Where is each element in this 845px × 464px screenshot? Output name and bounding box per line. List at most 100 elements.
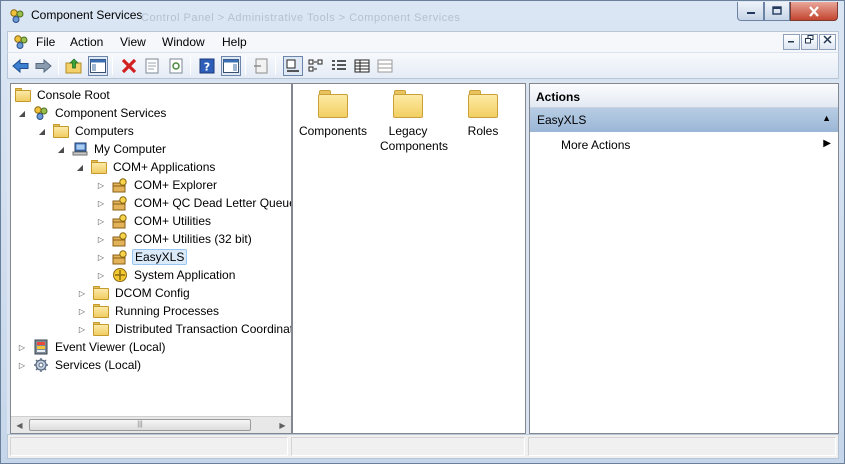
tree-horizontal-scrollbar[interactable]: ◀ ||| ▶ — [11, 416, 291, 433]
client-area: Console Root ◢ Component Services ◢ Comp… — [7, 81, 839, 434]
tree-item-distributed-transaction-coordinator[interactable]: ▷ Distributed Transaction Coordinator — [77, 320, 291, 338]
scroll-right-button[interactable]: ▶ — [274, 417, 291, 433]
tree-item-event-viewer[interactable]: ▷ Event Viewer (Local) — [17, 338, 168, 356]
minimize-button[interactable] — [737, 2, 764, 21]
child-restore-button[interactable] — [801, 34, 818, 50]
tree-item-label: Component Services — [55, 106, 167, 120]
restore-icon — [805, 35, 814, 44]
close-icon — [809, 5, 819, 17]
collapsed-arrow-icon[interactable]: ▷ — [96, 270, 106, 280]
tree-item-running-processes[interactable]: ▷ Running Processes — [77, 302, 221, 320]
content-item-roles[interactable]: Roles — [443, 90, 523, 139]
svg-text:?: ? — [204, 61, 210, 74]
tree-item-system-application[interactable]: ▷ System Application — [96, 266, 237, 284]
services-icon — [34, 358, 48, 372]
filter-view-button[interactable] — [375, 56, 395, 76]
forward-button[interactable] — [33, 56, 53, 76]
menu-help[interactable]: Help — [222, 35, 247, 49]
tree-item-console-root[interactable]: Console Root — [15, 86, 112, 104]
collapsed-arrow-icon[interactable]: ▷ — [77, 288, 87, 298]
list-view-button[interactable] — [329, 56, 349, 76]
content-item-legacy-components[interactable]: Legacy Components — [368, 90, 448, 154]
expanded-arrow-icon[interactable]: ◢ — [75, 162, 85, 172]
export-list-button[interactable] — [251, 56, 271, 76]
tree-item-com-explorer[interactable]: ▷ COM+ Explorer — [96, 176, 219, 194]
tree-item-component-services[interactable]: ◢ Component Services — [17, 104, 168, 122]
tree-item-label: COM+ Explorer — [134, 178, 218, 192]
tree-item-com-applications[interactable]: ◢ COM+ Applications — [75, 158, 217, 176]
content-item-label: Roles — [467, 124, 499, 138]
properties-button[interactable] — [142, 56, 162, 76]
detail-view-button[interactable] — [352, 56, 372, 76]
close-button[interactable] — [790, 2, 838, 21]
collapsed-arrow-icon[interactable]: ▷ — [17, 342, 27, 352]
window-title: Component Services — [31, 8, 143, 22]
up-one-level-button[interactable] — [64, 56, 84, 76]
tree-item-dcom-config[interactable]: ▷ DCOM Config — [77, 284, 192, 302]
details-icon — [354, 59, 370, 73]
collapsed-arrow-icon[interactable]: ▷ — [96, 216, 106, 226]
status-bar — [7, 434, 839, 459]
tree-item-com-utilities-32-bit[interactable]: ▷ COM+ Utilities (32 bit) — [96, 230, 254, 248]
actions-group-label: EasyXLS — [537, 113, 587, 127]
content-item-components[interactable]: Components — [293, 90, 373, 139]
small-icons-view-button[interactable] — [306, 56, 326, 76]
show-hide-console-tree-button[interactable] — [88, 56, 108, 76]
large-icons-view-button[interactable] — [283, 56, 303, 76]
status-pane — [528, 437, 836, 456]
tree-item-computers[interactable]: ◢ Computers — [37, 122, 136, 140]
tree-item-my-computer[interactable]: ◢ My Computer — [56, 140, 168, 158]
tree-item-com-qc-dead-letter-queue[interactable]: ▷ COM+ QC Dead Letter Queue — [96, 194, 291, 212]
expanded-arrow-icon[interactable]: ◢ — [56, 144, 66, 154]
scrollbar-thumb[interactable]: ||| — [29, 419, 251, 431]
show-hide-action-pane-button[interactable] — [221, 56, 241, 76]
tree-item-services[interactable]: ▷ Services (Local) — [17, 356, 143, 374]
actions-header: Actions — [530, 84, 838, 108]
menu-view[interactable]: View — [120, 35, 146, 49]
event-viewer-icon — [34, 339, 48, 355]
console-tree-icon — [90, 59, 106, 73]
collapsed-arrow-icon[interactable]: ▷ — [96, 234, 106, 244]
large-icons-icon — [286, 59, 299, 72]
collapsed-arrow-icon[interactable]: ▷ — [17, 360, 27, 370]
child-minimize-button[interactable] — [783, 34, 800, 50]
collapsed-arrow-icon[interactable]: ▷ — [96, 198, 106, 208]
tree-item-label: Running Processes — [115, 304, 220, 318]
help-button[interactable]: ? — [197, 56, 217, 76]
computer-icon — [72, 142, 88, 156]
delete-x-icon — [121, 58, 137, 74]
close-icon — [823, 35, 832, 44]
collapsed-arrow-icon[interactable]: ▷ — [77, 306, 87, 316]
maximize-button[interactable] — [764, 2, 790, 21]
child-close-button[interactable] — [819, 34, 836, 50]
refresh-button[interactable] — [166, 56, 186, 76]
tree-item-easyxls[interactable]: ▷ EasyXLS — [96, 248, 188, 266]
folder-icon — [318, 90, 348, 118]
menu-window[interactable]: Window — [162, 35, 205, 49]
tree-item-label: Services (Local) — [55, 358, 142, 372]
component-services-icon[interactable] — [13, 34, 29, 50]
ghost-breadcrumb: Control Panel > Administrative Tools > C… — [141, 12, 461, 24]
expanded-arrow-icon[interactable]: ◢ — [37, 126, 47, 136]
back-button[interactable] — [11, 56, 31, 76]
scroll-left-button[interactable]: ◀ — [11, 417, 28, 433]
menu-file[interactable]: File — [36, 35, 55, 49]
help-icon: ? — [199, 58, 215, 74]
menu-action[interactable]: Action — [70, 35, 103, 49]
maximize-icon — [772, 6, 782, 15]
action-pane-icon — [223, 59, 239, 73]
expanded-arrow-icon[interactable]: ◢ — [17, 108, 27, 118]
tree-item-label: Console Root — [37, 88, 110, 102]
tree-item-label: DCOM Config — [115, 286, 190, 300]
com-package-icon — [112, 178, 127, 193]
actions-group-easyxls[interactable]: EasyXLS ▲ — [530, 108, 838, 132]
collapsed-arrow-icon[interactable]: ▷ — [96, 252, 106, 262]
more-actions-item[interactable]: More Actions ▶ — [530, 134, 838, 156]
tree-item-com-utilities[interactable]: ▷ COM+ Utilities — [96, 212, 213, 230]
collapse-up-icon[interactable]: ▲ — [822, 113, 831, 123]
tree-item-label: EasyXLS — [132, 249, 188, 265]
collapsed-arrow-icon[interactable]: ▷ — [96, 180, 106, 190]
folder-icon — [393, 90, 423, 118]
collapsed-arrow-icon[interactable]: ▷ — [77, 324, 87, 334]
delete-button[interactable] — [119, 56, 139, 76]
